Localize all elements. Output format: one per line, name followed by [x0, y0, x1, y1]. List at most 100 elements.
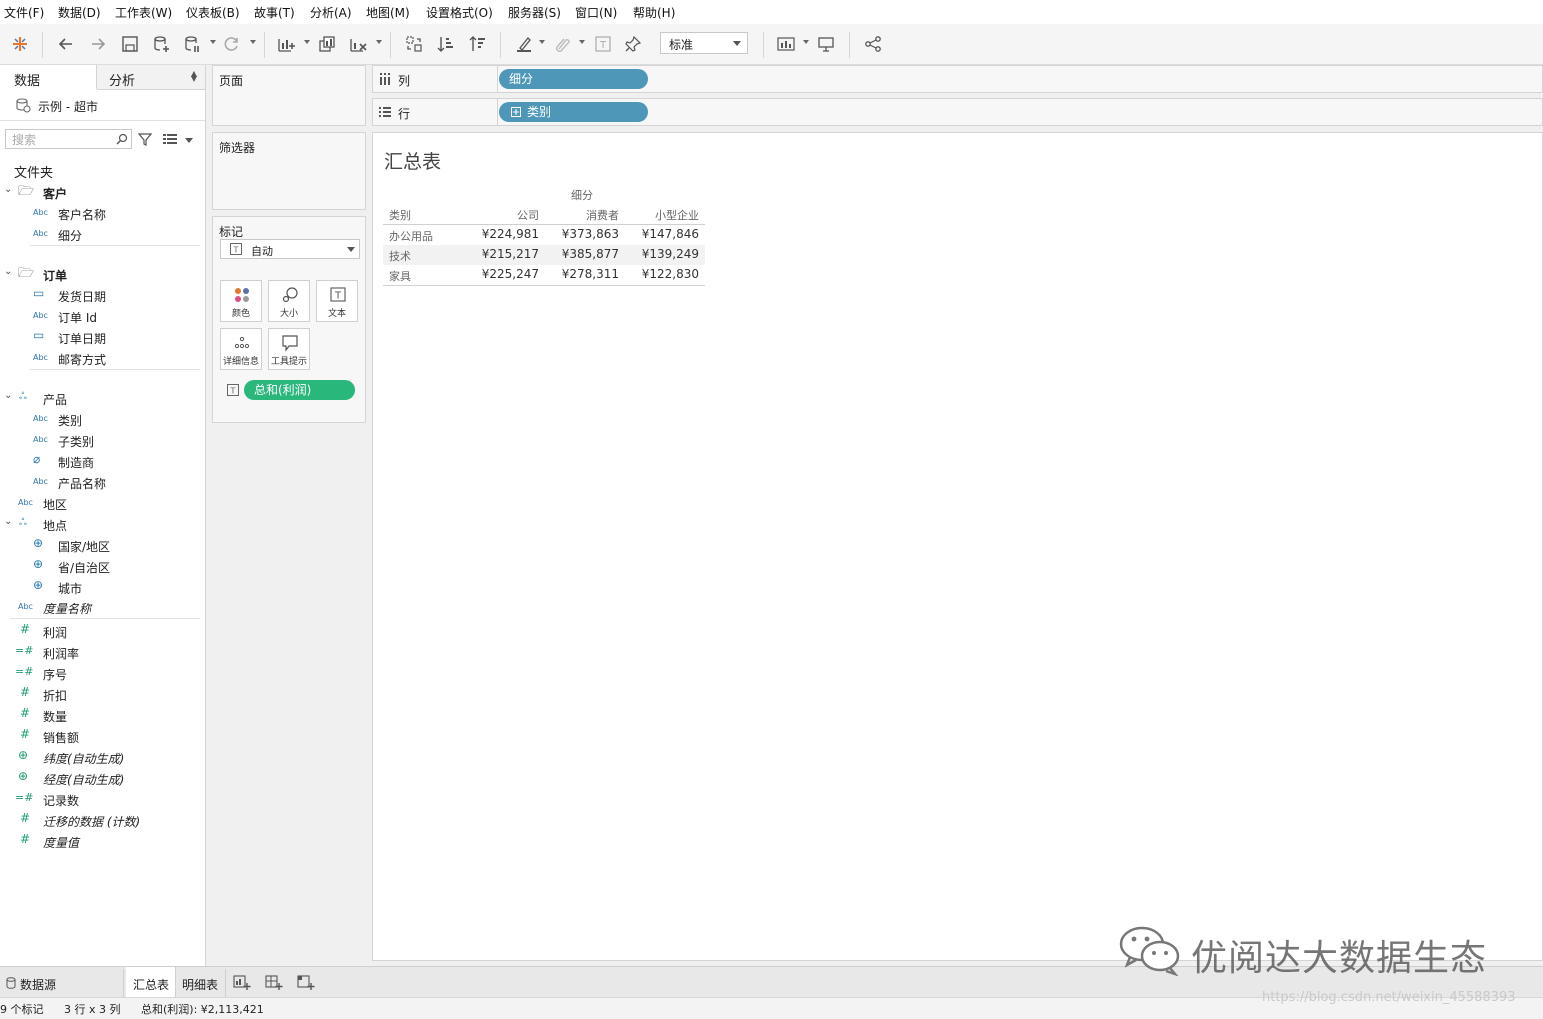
field-item[interactable]: # 利润 [0, 621, 200, 641]
tooltip-button[interactable]: 工具提示 [268, 328, 310, 370]
pin-icon[interactable] [621, 32, 645, 56]
worksheet-view[interactable]: 汇总表 细分 类别 公司 消费者 小型企业 办公用品 ¥224,981 ¥373,863 ¥14… [372, 132, 1543, 961]
field-item[interactable]: ⌀ 制造商 [0, 451, 200, 471]
menu-format[interactable]: 设置格式(O) [426, 4, 493, 21]
view-list-icon[interactable] [163, 133, 177, 145]
menu-map[interactable]: 地图(M) [366, 4, 410, 21]
new-worksheet-icon[interactable] [274, 32, 298, 56]
expand-plus-icon[interactable] [511, 107, 521, 117]
group-members-icon[interactable] [550, 32, 574, 56]
menu-worksheet[interactable]: 工作表(W) [115, 4, 172, 21]
columns-shelf[interactable]: 列 细分 [372, 65, 1543, 93]
show-mark-labels-icon[interactable]: T [591, 32, 615, 56]
menu-help[interactable]: 帮助(H) [633, 4, 675, 21]
field-item[interactable]: Abc 客户名称 [0, 203, 200, 223]
category-pill[interactable]: 类别 [499, 102, 648, 122]
tableau-logo-icon[interactable] [8, 32, 32, 56]
menu-story[interactable]: 故事(T) [254, 4, 295, 21]
detail-button[interactable]: 详细信息 [220, 328, 262, 370]
show-me-icon[interactable] [774, 32, 798, 56]
field-item[interactable]: Abc 度量名称 [0, 597, 200, 617]
color-button[interactable]: 颜色 [220, 280, 262, 322]
new-worksheet-icon[interactable] [233, 975, 251, 991]
share-icon[interactable] [861, 32, 885, 56]
hierarchy-item[interactable]: ⌄ ஃ 地点 [0, 514, 200, 534]
field-item[interactable]: Abc 细分 [0, 224, 200, 244]
menu-window[interactable]: 窗口(N) [575, 4, 617, 21]
tab-data[interactable]: 数据 [0, 65, 97, 89]
field-item[interactable]: # 度量值 [0, 831, 200, 851]
new-datasource-icon[interactable] [149, 32, 173, 56]
datasource-item[interactable]: 示例 - 超市 [0, 90, 205, 121]
chevron-down-icon[interactable]: ⌄ [4, 184, 12, 195]
folder-item[interactable]: ⌄ 🗁 客户 [0, 182, 200, 202]
pause-updates-icon[interactable] [180, 32, 204, 56]
menu-file[interactable]: 文件(F) [4, 4, 44, 21]
field-item[interactable]: =# 序号 [0, 663, 200, 683]
folder-item[interactable]: ⌄ 🗁 订单 [0, 264, 200, 284]
menu-dashboard[interactable]: 仪表板(B) [186, 4, 240, 21]
save-icon[interactable] [118, 32, 142, 56]
field-item[interactable]: =# 记录数 [0, 789, 200, 809]
search-field[interactable] [5, 129, 132, 149]
new-dashboard-icon[interactable] [265, 975, 283, 991]
field-item[interactable]: # 销售额 [0, 726, 200, 746]
chevron-down-icon[interactable]: ⌄ [4, 516, 12, 527]
presentation-mode-icon[interactable] [814, 32, 838, 56]
text-encoding-icon[interactable]: T [227, 384, 239, 396]
search-input[interactable] [10, 131, 114, 149]
field-item[interactable]: ⊕ 省/自治区 [0, 556, 200, 576]
field-item[interactable]: Abc 类别 [0, 409, 200, 429]
tab-detail[interactable]: 明细表 [176, 969, 226, 997]
field-item[interactable]: Abc 产品名称 [0, 472, 200, 492]
field-label: 利润 [43, 626, 68, 640]
filters-card[interactable]: 筛选器 [212, 132, 366, 210]
field-item[interactable]: # 迁移的数据 (计数) [0, 810, 200, 830]
chevron-down-icon[interactable] [185, 138, 193, 143]
field-item[interactable]: ▭ 订单日期 [0, 327, 200, 347]
field-item[interactable]: =# 利润率 [0, 642, 200, 662]
filter-icon[interactable] [138, 132, 152, 146]
tab-summary[interactable]: 汇总表 [126, 967, 176, 998]
field-item[interactable]: # 折扣 [0, 684, 200, 704]
redo-icon[interactable] [86, 32, 110, 56]
chevron-down-icon[interactable]: ⌄ [4, 266, 12, 277]
chevron-down-icon[interactable]: ⌄ [4, 390, 12, 401]
segment-pill[interactable]: 细分 [499, 69, 648, 89]
text-button[interactable]: T 文本 [316, 280, 358, 322]
menu-analysis[interactable]: 分析(A) [310, 4, 352, 21]
field-item[interactable]: ▭ 发货日期 [0, 285, 200, 305]
mark-type-dropdown[interactable]: T 自动 [220, 239, 360, 259]
field-item[interactable]: ⊕ 国家/地区 [0, 535, 200, 555]
fit-select[interactable]: 标准 [660, 32, 748, 54]
tab-summary-label: 汇总表 [133, 978, 170, 992]
duplicate-sheet-icon[interactable] [315, 32, 339, 56]
sort-ascending-icon[interactable] [434, 32, 458, 56]
chevron-down-icon [347, 247, 355, 252]
field-item[interactable]: Abc 邮寄方式 [0, 348, 200, 368]
field-item[interactable]: ⊕ 经度(自动生成) [0, 768, 200, 788]
rows-shelf[interactable]: 行 类别 [372, 98, 1543, 126]
menu-data[interactable]: 数据(D) [58, 4, 101, 21]
size-button[interactable]: 大小 [268, 280, 310, 322]
field-item[interactable]: ⊕ 纬度(自动生成) [0, 747, 200, 767]
field-item[interactable]: Abc 地区 [0, 493, 200, 513]
hierarchy-item[interactable]: ⌄ ஃ 产品 [0, 388, 200, 408]
refresh-icon[interactable] [220, 32, 244, 56]
pages-card[interactable]: 页面 [212, 65, 366, 126]
field-item[interactable]: # 数量 [0, 705, 200, 725]
sort-descending-icon[interactable] [466, 32, 490, 56]
menu-server[interactable]: 服务器(S) [508, 4, 561, 21]
tab-analysis[interactable]: 分析 ▲ ▼ [97, 65, 205, 90]
field-item[interactable]: Abc 订单 Id [0, 306, 200, 326]
swap-axes-icon[interactable] [402, 32, 426, 56]
highlight-icon[interactable] [512, 32, 536, 56]
datasource-tab[interactable]: 数据源 [0, 969, 124, 997]
field-item[interactable]: Abc 子类别 [0, 430, 200, 450]
filters-card-title: 筛选器 [219, 141, 256, 155]
sum-profit-pill[interactable]: 总和(利润) [244, 380, 355, 400]
undo-icon[interactable] [54, 32, 78, 56]
clear-sheet-icon[interactable] [346, 32, 370, 56]
new-story-icon[interactable] [297, 975, 315, 991]
field-item[interactable]: ⊕ 城市 [0, 577, 200, 597]
